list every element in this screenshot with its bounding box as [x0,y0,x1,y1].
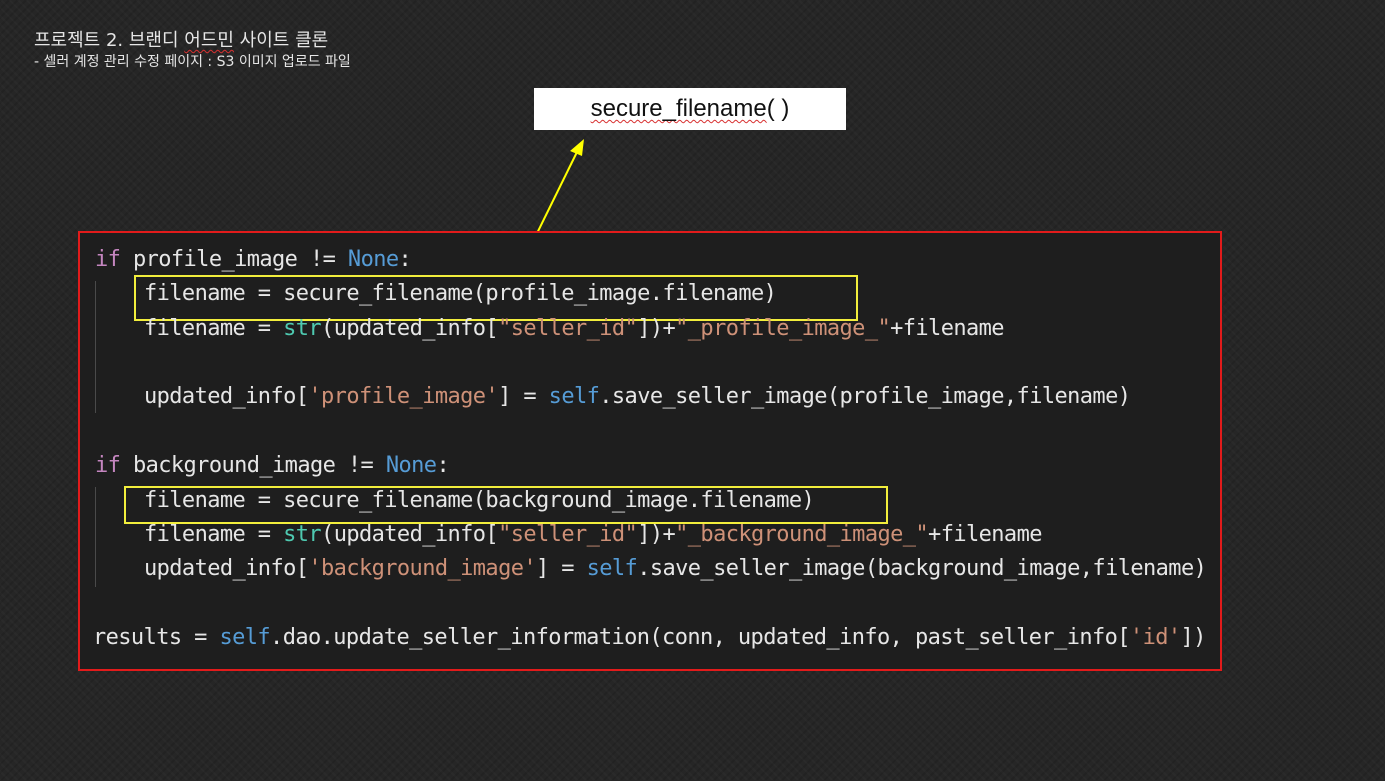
token-keyword: if [95,247,121,272]
token-text: .save_seller_image(profile_image,filenam… [599,384,1131,409]
token-self: self [219,625,271,650]
token-text: ] = [498,384,549,409]
token-text: filename = [144,522,284,547]
token-text: ]) [1180,625,1207,650]
token-text: ] = [536,556,587,581]
token-text: +filename [890,316,1004,341]
token-text: +filename [928,522,1042,547]
code-line-2: filename = secure_filename(profile_image… [144,281,777,306]
callout-label-main: secure_filename [590,95,767,122]
token-text: updated_info[ [144,556,309,581]
slide-title: 프로젝트 2. 브랜디 어드민 사이트 클론 [34,26,328,52]
token-self: self [548,384,600,409]
code-line-5: if background_image != None: [95,453,450,478]
code-line-3: filename = str(updated_info["seller_id"]… [144,316,1005,341]
token-self: self [586,556,638,581]
token-text: (updated_info[ [321,316,499,341]
token-text: results = [93,625,220,650]
token-string: "seller_id" [498,522,638,547]
token-text: : [398,247,412,272]
code-line-7: filename = str(updated_info["seller_id"]… [144,522,1042,547]
token-keyword: if [95,453,121,478]
token-string: "_profile_image_" [675,316,891,341]
token-text: filename = secure_filename(profile_image… [144,281,777,306]
token-string: 'background_image' [308,556,537,581]
callout-label-tail: ( ) [766,95,790,122]
slide-subtitle: - 셀러 계정 관리 수정 페이지 : S3 이미지 업로드 파일 [34,54,351,70]
arrow-head-icon [570,139,584,156]
token-text: filename = [144,316,284,341]
code-line-4: updated_info['profile_image'] = self.sav… [144,384,1131,409]
token-text: background_image != [120,453,386,478]
token-text: .dao.update_seller_information(conn, upd… [270,625,1130,650]
token-text: updated_info[ [144,384,309,409]
token-text: ])+ [637,522,676,547]
indent-guide-2 [95,487,96,587]
token-text: ])+ [637,316,676,341]
slide-title-suffix: 사이트 클론 [233,30,329,51]
token-constant: None [347,247,399,272]
token-string: "seller_id" [498,316,638,341]
code-line-1: if profile_image != None: [95,247,412,272]
code-line-9: results = self.dao.update_seller_informa… [93,625,1206,650]
slide-title-prefix: 프로젝트 2. 브랜디 [34,30,185,51]
token-string: 'id' [1129,625,1181,650]
token-text: .save_seller_image(background_image,file… [637,556,1207,581]
token-builtin: str [283,316,322,341]
slide-title-word: 어드민 [184,30,234,51]
token-text: : [436,453,450,478]
code-line-6: filename = secure_filename(background_im… [144,488,815,513]
callout-label-box: secure_filename( ) [534,88,846,130]
token-text: profile_image != [120,247,348,272]
token-string: "_background_image_" [675,522,929,547]
token-constant: None [385,453,437,478]
code-line-8: updated_info['background_image'] = self.… [144,556,1207,581]
token-builtin: str [283,522,322,547]
token-string: 'profile_image' [308,384,499,409]
indent-guide-1 [95,281,96,413]
token-text: (updated_info[ [321,522,499,547]
code-panel: if profile_image != None: filename = sec… [78,231,1222,671]
token-text: filename = secure_filename(background_im… [144,488,815,513]
